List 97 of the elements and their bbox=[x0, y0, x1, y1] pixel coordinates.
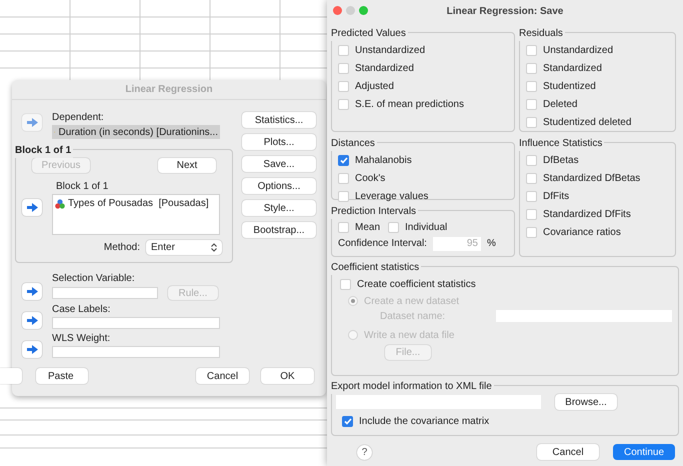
checkbox[interactable] bbox=[338, 98, 349, 110]
button[interactable]: Browse... bbox=[555, 394, 617, 410]
method-dropdown[interactable]: Enter bbox=[146, 240, 222, 255]
button[interactable]: Cancel bbox=[537, 444, 599, 460]
checkbox[interactable] bbox=[526, 172, 537, 184]
checkbox[interactable] bbox=[338, 172, 349, 184]
checkbox[interactable] bbox=[338, 190, 349, 202]
checkbox[interactable] bbox=[338, 80, 349, 92]
field-label: Dependent: bbox=[52, 111, 105, 125]
checkbox-label: Include the covariance matrix bbox=[359, 414, 490, 428]
button[interactable]: Next bbox=[158, 158, 216, 173]
checkbox-label: Cook's bbox=[355, 172, 386, 186]
checkbox-label: Standardized bbox=[543, 62, 602, 76]
checkbox-label: Individual bbox=[405, 220, 448, 234]
checkbox[interactable] bbox=[526, 62, 537, 74]
checkbox[interactable] bbox=[526, 154, 537, 166]
group-title: Predicted Values bbox=[331, 26, 408, 41]
button[interactable]: Save... bbox=[242, 156, 316, 172]
cut-off-button[interactable] bbox=[0, 368, 22, 384]
button[interactable]: Bootstrap... bbox=[242, 222, 316, 238]
group-title: Distances bbox=[331, 136, 377, 151]
checkbox-label: Create coefficient statistics bbox=[357, 278, 476, 292]
arrow-button[interactable] bbox=[22, 341, 42, 358]
checkbox[interactable] bbox=[338, 62, 349, 74]
checkbox-label: Studentized deleted bbox=[543, 116, 632, 130]
checkbox[interactable] bbox=[342, 416, 353, 426]
button[interactable]: Style... bbox=[242, 200, 316, 216]
checkbox[interactable] bbox=[526, 116, 537, 128]
field-label: Selection Variable: bbox=[52, 272, 136, 286]
button[interactable]: Plots... bbox=[242, 134, 316, 150]
checkbox-label: Leverage values bbox=[355, 190, 428, 204]
field-label: WLS Weight: bbox=[52, 332, 112, 346]
dependent-field[interactable]: Duration (in seconds) [Durationins... bbox=[52, 125, 220, 139]
arrow-button[interactable] bbox=[22, 198, 42, 216]
button[interactable]: Statistics... bbox=[242, 112, 316, 128]
field-label: Confidence Interval: bbox=[338, 237, 427, 251]
field-label: Method: bbox=[104, 241, 140, 255]
checkbox[interactable] bbox=[388, 222, 400, 232]
list-item[interactable]: Types of Pousadas [Pousadas] bbox=[55, 196, 217, 211]
arrow-button[interactable] bbox=[22, 312, 42, 329]
stepper-icon bbox=[211, 243, 217, 252]
checkbox[interactable] bbox=[526, 44, 537, 56]
arrow-button[interactable] bbox=[22, 283, 42, 300]
field-label: Case Labels: bbox=[52, 303, 112, 317]
input-field[interactable] bbox=[52, 317, 220, 329]
checkbox-label: S.E. of mean predictions bbox=[355, 98, 464, 112]
checkbox-label: DfBetas bbox=[543, 154, 579, 168]
checkbox[interactable] bbox=[526, 208, 537, 220]
checkbox[interactable] bbox=[338, 154, 349, 166]
group-title: Prediction Intervals bbox=[331, 204, 418, 219]
checkbox[interactable] bbox=[338, 222, 349, 232]
group-title: Block 1 of 1 bbox=[15, 143, 74, 158]
close-button[interactable] bbox=[333, 6, 342, 15]
checkbox-label: Deleted bbox=[543, 98, 578, 112]
window-title: Linear Regression bbox=[12, 80, 326, 100]
arrow-icon bbox=[26, 287, 38, 296]
group-title: Coefficient statistics bbox=[331, 260, 422, 275]
checkbox-label: Adjusted bbox=[355, 80, 394, 94]
checkbox[interactable] bbox=[340, 278, 351, 290]
checkbox[interactable] bbox=[526, 80, 537, 92]
window-title: Linear Regression: Save bbox=[446, 4, 564, 18]
list-label: Block 1 of 1 bbox=[55, 180, 110, 194]
arrow-icon bbox=[26, 345, 38, 354]
zoom-button[interactable] bbox=[359, 6, 368, 15]
nominal-icon bbox=[55, 198, 65, 208]
checkbox-label: Unstandardized bbox=[355, 44, 426, 58]
group-title: Export model information to XML file bbox=[331, 379, 494, 394]
help-button[interactable]: ? bbox=[357, 444, 372, 460]
checkbox-label: Studentized bbox=[543, 80, 596, 94]
button[interactable]: Paste bbox=[36, 368, 88, 384]
checkbox-label: Mahalanobis bbox=[355, 154, 412, 168]
arrow-icon bbox=[26, 316, 38, 325]
checkbox-label: Standardized DfFits bbox=[543, 208, 631, 222]
checkbox-label: Standardized DfBetas bbox=[543, 172, 640, 186]
checkbox[interactable] bbox=[526, 226, 537, 238]
button[interactable]: OK bbox=[261, 368, 314, 384]
checkbox-label: DfFits bbox=[543, 190, 570, 204]
checkbox-label: Mean bbox=[355, 220, 380, 234]
button[interactable]: Options... bbox=[242, 178, 316, 194]
input-field[interactable] bbox=[52, 287, 158, 299]
checkbox-label: Standardized bbox=[355, 62, 414, 76]
arrow-icon bbox=[26, 202, 38, 212]
checkbox-label: Unstandardized bbox=[543, 44, 614, 58]
checkbox[interactable] bbox=[526, 98, 537, 110]
button[interactable]: Cancel bbox=[196, 368, 249, 384]
checkbox[interactable] bbox=[526, 190, 537, 202]
minimize-button[interactable] bbox=[346, 6, 355, 15]
group-title: Residuals bbox=[519, 26, 565, 41]
arrow-icon bbox=[26, 118, 38, 127]
checkbox-label: Covariance ratios bbox=[543, 226, 621, 240]
variable-list[interactable]: Types of Pousadas [Pousadas] bbox=[52, 194, 220, 235]
input-field[interactable] bbox=[52, 346, 220, 358]
unit-label: % bbox=[486, 237, 496, 251]
checkbox[interactable] bbox=[338, 44, 349, 56]
arrow-button[interactable] bbox=[22, 114, 42, 131]
group-title: Influence Statistics bbox=[519, 136, 604, 151]
button[interactable]: Continue bbox=[613, 444, 675, 460]
